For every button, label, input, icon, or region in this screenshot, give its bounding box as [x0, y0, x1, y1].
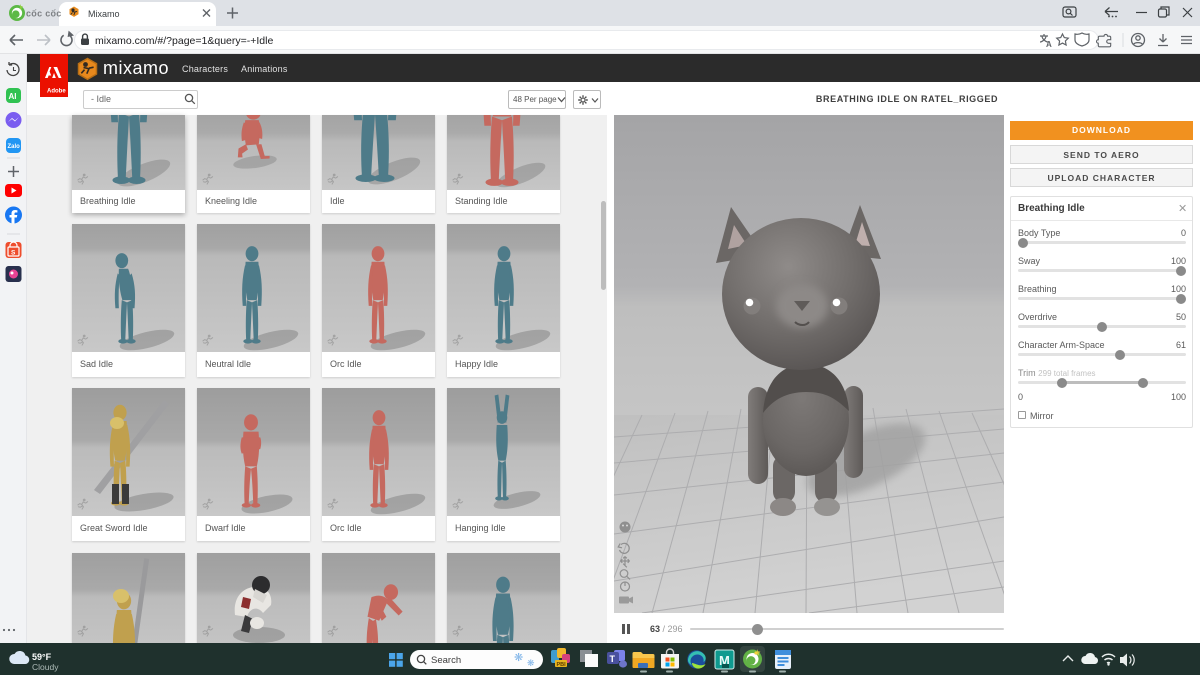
svg-text:S: S — [11, 250, 16, 257]
svg-text:59°F: 59°F — [32, 652, 52, 662]
svg-text:❋: ❋ — [527, 658, 535, 668]
svg-text:cốc cốc: cốc cốc — [26, 9, 62, 19]
svg-text:Adobe: Adobe — [47, 89, 66, 95]
svg-text:Search: Search — [431, 655, 461, 666]
svg-text:Cloudy: Cloudy — [32, 662, 59, 672]
svg-text:mixamo.com/#/?page=1&query=-+I: mixamo.com/#/?page=1&query=-+Idle — [95, 35, 273, 47]
svg-text:PBI: PBI — [557, 662, 567, 668]
svg-text:❋: ❋ — [514, 652, 523, 664]
svg-text:T: T — [610, 654, 616, 664]
svg-text:Zalo: Zalo — [8, 144, 21, 150]
svg-text:A: A — [1046, 40, 1052, 49]
svg-text:AI: AI — [9, 92, 17, 101]
